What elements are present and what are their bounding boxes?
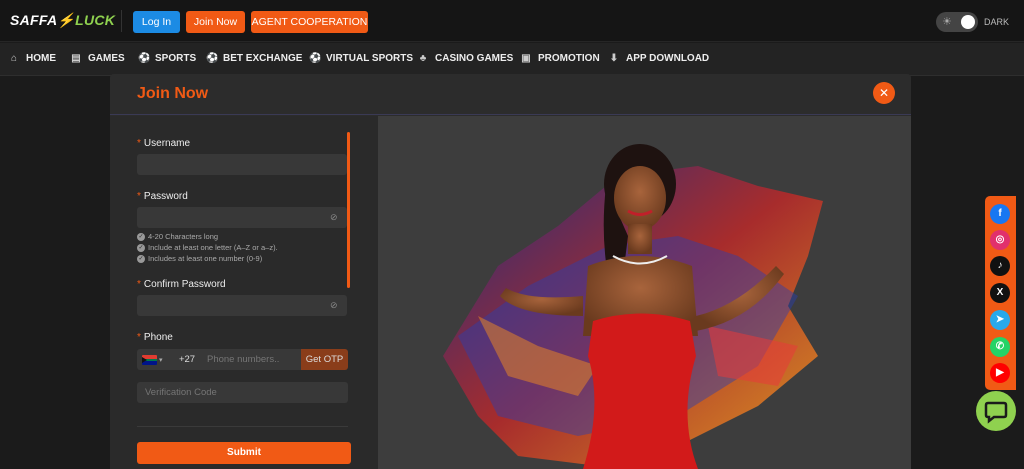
casino-icon: ♣ — [419, 53, 427, 64]
login-button[interactable]: Log In — [133, 11, 180, 33]
nav-item-sports[interactable]: ⚽ SPORTS — [138, 53, 196, 64]
modal-title: Join Now — [137, 85, 209, 102]
logo-bolt-icon: ⚡ — [57, 12, 76, 28]
label-text: Confirm Password — [143, 279, 226, 290]
toggle-knob — [961, 15, 975, 29]
facebook-icon[interactable]: f — [990, 204, 1010, 224]
site-logo[interactable]: SAFFA⚡LUCK — [10, 12, 115, 29]
nav-item-promotion[interactable]: ▣ PROMOTION — [521, 53, 600, 64]
nav-item-casino-games[interactable]: ♣ CASINO GAMES — [418, 53, 514, 64]
required-mark: * — [137, 279, 141, 290]
country-selector[interactable]: ▾ — [137, 349, 173, 370]
check-icon: ✓ — [137, 243, 145, 252]
confirm-password-input[interactable] — [137, 295, 347, 316]
whatsapp-icon[interactable]: ✆ — [990, 337, 1010, 357]
country-code: +27 — [173, 349, 201, 370]
nav-label: APP DOWNLOAD — [626, 53, 710, 64]
logo-text-saffa: SAFFA — [10, 12, 58, 28]
rule-text: 4-20 Characters long — [148, 232, 219, 241]
eye-off-icon[interactable]: ⊘ — [330, 300, 338, 311]
top-bar: SAFFA⚡LUCK Log In Join Now AGENT COOPERA… — [0, 0, 1024, 42]
nav-item-games[interactable]: ▤ GAMES — [71, 53, 125, 64]
join-now-button[interactable]: Join Now — [186, 11, 245, 33]
nav-label: PROMOTION — [538, 53, 600, 64]
phone-input[interactable] — [201, 349, 301, 370]
gift-icon: ▣ — [521, 53, 531, 64]
verification-code-input[interactable] — [137, 382, 348, 403]
check-icon: ✓ — [137, 232, 145, 241]
instagram-icon[interactable]: ◎ — [990, 230, 1010, 250]
nav-label: GAMES — [88, 53, 125, 64]
sun-icon: ☀ — [942, 16, 952, 28]
games-icon: ▤ — [71, 53, 81, 64]
main-nav: ⌂ HOME ▤ GAMES ⚽ SPORTS ⚽ BET EXCHANGE ⚽ VIRT… — [0, 43, 1024, 76]
phone-row: ▾ +27 Get OTP — [137, 349, 348, 370]
join-now-modal: Join Now ✕ * Username * Password ⊘ ✓ 4-20 C… — [110, 74, 911, 469]
agent-cooperation-button[interactable]: AGENT COOPERATION — [251, 11, 368, 33]
form-divider — [137, 426, 348, 427]
theme-label: DARK — [984, 17, 1010, 27]
eye-off-icon[interactable]: ⊘ — [330, 212, 338, 223]
label-text: Password — [143, 191, 188, 202]
home-icon: ⌂ — [10, 53, 18, 64]
telegram-icon[interactable]: ➤ — [990, 310, 1010, 330]
submit-button[interactable]: Submit — [137, 442, 351, 464]
modal-header: Join Now ✕ — [110, 74, 911, 115]
sports-ball-icon: ⚽ — [138, 53, 151, 64]
south-africa-flag-icon — [142, 354, 157, 365]
download-icon: ⬇ — [609, 53, 619, 64]
youtube-icon[interactable]: ▶ — [990, 363, 1010, 383]
logo-text-luck: LUCK — [75, 12, 116, 28]
nav-label: CASINO GAMES — [435, 53, 514, 64]
password-rule: ✓ Includes at least one number (0-9) — [137, 254, 262, 263]
social-links-bar: f ◎ ♪ X ➤ ✆ ▶ — [985, 196, 1016, 390]
registration-form: * Username * Password ⊘ ✓ 4-20 Characters l… — [110, 116, 378, 469]
required-mark: * — [137, 138, 141, 149]
password-label: * Password — [137, 191, 188, 202]
confirm-password-label: * Confirm Password — [137, 279, 226, 290]
virtual-sports-icon: ⚽ — [309, 53, 322, 64]
username-label: * Username — [137, 138, 190, 149]
password-rule: ✓ Include at least one letter (A–Z or a–z… — [137, 243, 278, 252]
password-rule: ✓ 4-20 Characters long — [137, 232, 218, 241]
required-mark: * — [137, 332, 141, 343]
get-otp-button[interactable]: Get OTP — [301, 349, 348, 370]
nav-label: SPORTS — [155, 53, 197, 64]
phone-label: * Phone — [137, 332, 173, 343]
nav-label: VIRTUAL SPORTS — [326, 53, 414, 64]
header-divider — [121, 10, 122, 32]
nav-item-app-download[interactable]: ⬇ APP DOWNLOAD — [609, 53, 709, 64]
tiktok-icon[interactable]: ♪ — [990, 256, 1010, 276]
chevron-down-icon: ▾ — [159, 356, 163, 364]
nav-item-bet-exchange[interactable]: ⚽ BET EXCHANGE — [206, 53, 302, 64]
check-icon: ✓ — [137, 254, 145, 263]
nav-label: BET EXCHANGE — [223, 53, 303, 64]
close-icon[interactable]: ✕ — [873, 82, 895, 104]
theme-toggle[interactable]: ☀ — [936, 12, 978, 32]
promo-illustration — [443, 144, 823, 469]
promo-image — [378, 116, 911, 469]
bet-exchange-icon: ⚽ — [206, 53, 219, 64]
required-mark: * — [137, 191, 141, 202]
x-icon[interactable]: X — [990, 283, 1010, 303]
label-text: Phone — [143, 332, 173, 343]
password-input[interactable] — [137, 207, 347, 228]
chat-bubble-icon — [984, 401, 1008, 424]
username-input[interactable] — [137, 154, 347, 175]
form-scrollbar[interactable] — [347, 132, 350, 288]
nav-item-home[interactable]: ⌂ HOME — [9, 53, 56, 64]
label-text: Username — [143, 138, 191, 149]
nav-label: HOME — [26, 53, 56, 64]
nav-item-virtual-sports[interactable]: ⚽ VIRTUAL SPORTS — [309, 53, 413, 64]
rule-text: Includes at least one number (0-9) — [148, 254, 263, 263]
live-chat-button[interactable] — [976, 391, 1016, 431]
rule-text: Include at least one letter (A–Z or a–z)… — [148, 243, 278, 252]
